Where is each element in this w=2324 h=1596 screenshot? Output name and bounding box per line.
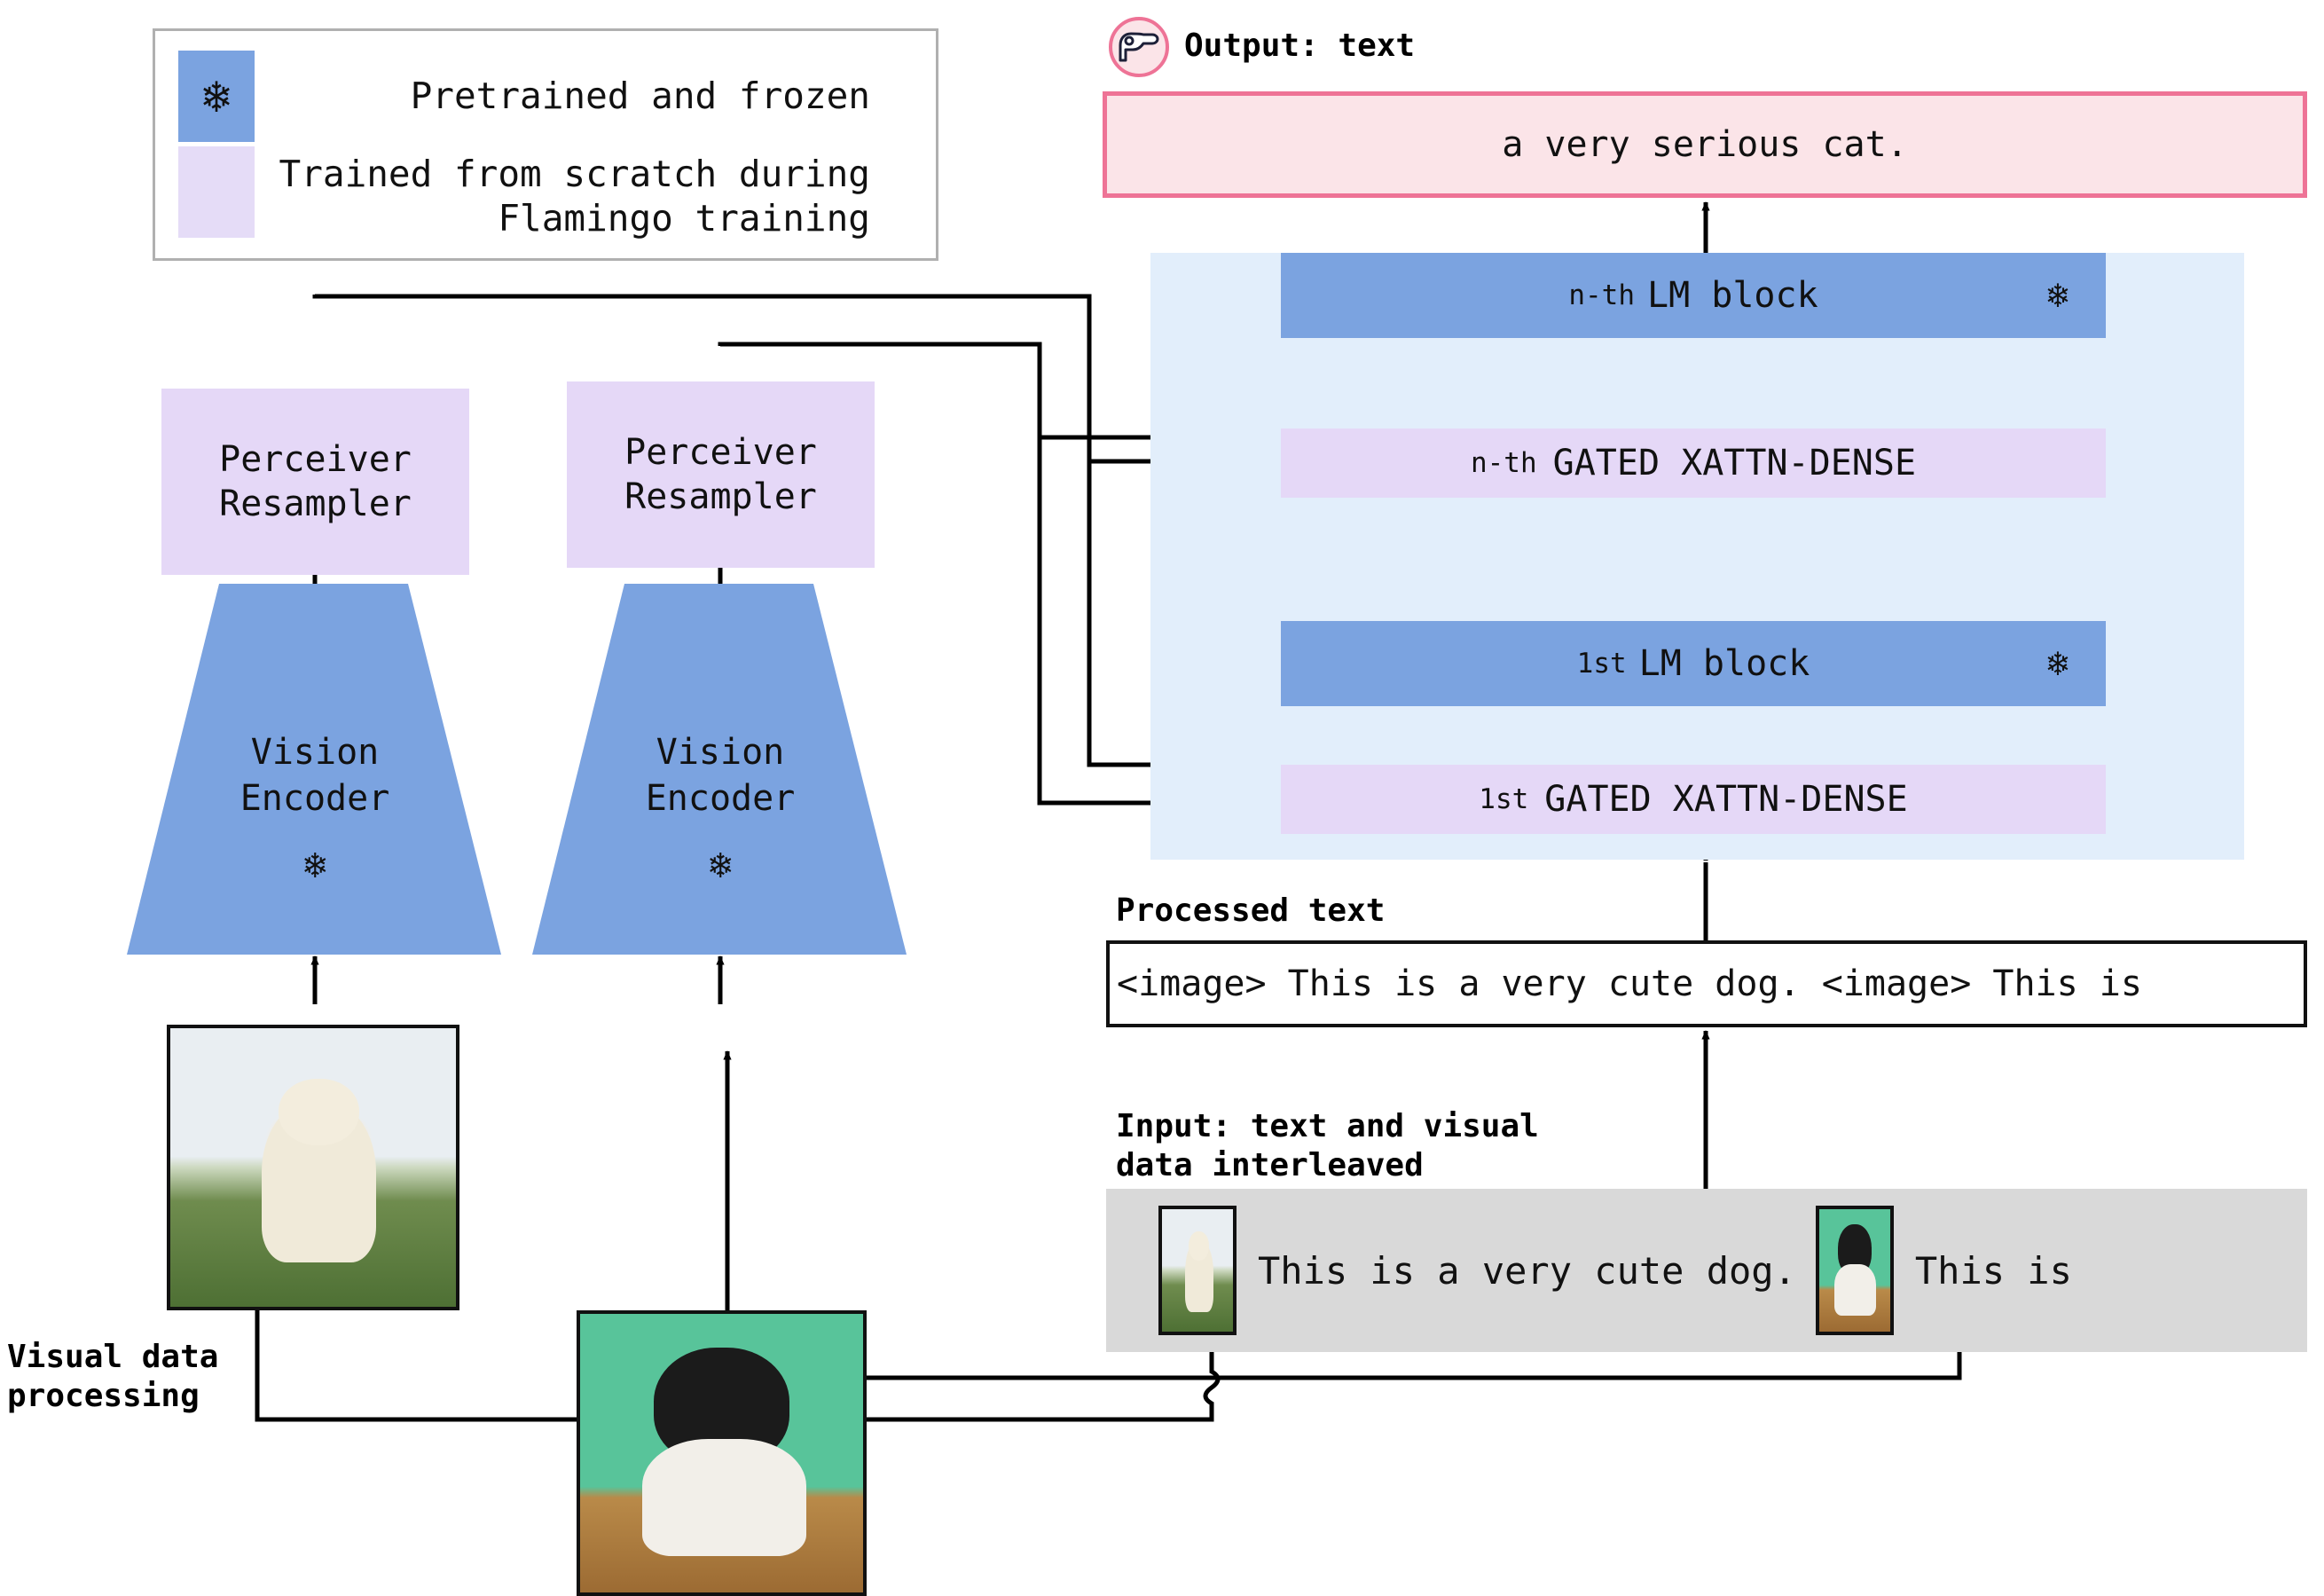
vision-encoder-1-shape bbox=[127, 584, 501, 955]
input-text-1: This is a very cute dog. bbox=[1258, 1248, 1796, 1293]
cat-photo bbox=[577, 1310, 867, 1596]
perceiver-resampler-1: Perceiver Resampler bbox=[161, 389, 469, 575]
lm-block-1st-label: LM block bbox=[1638, 643, 1810, 684]
cat-thumbnail bbox=[1815, 1206, 1894, 1335]
snowflake-icon: ❄ bbox=[2046, 275, 2069, 316]
snowflake-icon: ❄ bbox=[178, 51, 255, 142]
vision-encoder-2-shape bbox=[532, 584, 907, 955]
processed-text-box: <image> This is a very cute dog. <image>… bbox=[1106, 940, 2307, 1027]
legend-label-frozen: Pretrained and frozen bbox=[410, 75, 870, 117]
snowflake-icon: ❄ bbox=[709, 843, 732, 886]
output-text-box: a very serious cat. bbox=[1103, 91, 2307, 198]
lm-block-nth: n-th LM block ❄ bbox=[1281, 253, 2106, 338]
processed-text-label: Processed text bbox=[1116, 892, 1386, 929]
perceiver-resampler-1-line1: Perceiver bbox=[219, 439, 412, 480]
snowflake-icon: ❄ bbox=[303, 843, 326, 886]
snowflake-icon: ❄ bbox=[2046, 643, 2069, 684]
input-interleaved-label: Input: text and visual data interleaved bbox=[1116, 1108, 1539, 1183]
input-sequence-bar: This is a very cute dog. This is bbox=[1106, 1189, 2307, 1352]
dog-thumbnail bbox=[1158, 1206, 1237, 1335]
trained-swatch bbox=[178, 146, 255, 238]
perceiver-resampler-2-line2: Resampler bbox=[624, 476, 817, 517]
visual-data-processing-label: Visual data processing bbox=[7, 1339, 219, 1414]
lm-block-1st: 1st LM block ❄ bbox=[1281, 621, 2106, 706]
legend-label-trained: Trained from scratch during Flamingo tra… bbox=[279, 153, 870, 240]
output-text: a very serious cat. bbox=[1502, 124, 1908, 165]
perceiver-resampler-1-line2: Resampler bbox=[219, 484, 412, 524]
lm-block-nth-prefix: n-th bbox=[1568, 279, 1635, 311]
legend-item-frozen: ❄ Pretrained and frozen bbox=[178, 51, 893, 142]
input-text-2: This is bbox=[1914, 1248, 2072, 1293]
perceiver-resampler-2: Perceiver Resampler bbox=[567, 381, 875, 568]
xattn-1st-prefix: 1st bbox=[1479, 783, 1529, 815]
gated-xattn-dense-nth: n-th GATED XATTN-DENSE bbox=[1281, 428, 2106, 498]
diagram-canvas: ❄ Pretrained and frozen Trained from scr… bbox=[0, 0, 2324, 1596]
xattn-1st-label: GATED XATTN-DENSE bbox=[1544, 779, 1908, 820]
xattn-nth-label: GATED XATTN-DENSE bbox=[1552, 443, 1917, 484]
flamingo-logo-icon bbox=[1108, 16, 1170, 78]
xattn-nth-prefix: n-th bbox=[1470, 447, 1537, 479]
dog-photo bbox=[167, 1025, 459, 1310]
legend-box: ❄ Pretrained and frozen Trained from scr… bbox=[153, 28, 938, 261]
gated-xattn-dense-1st: 1st GATED XATTN-DENSE bbox=[1281, 765, 2106, 834]
legend-item-trained: Trained from scratch during Flamingo tra… bbox=[178, 146, 893, 240]
processed-text-value: <image> This is a very cute dog. <image>… bbox=[1117, 963, 2142, 1004]
perceiver-resampler-2-line1: Perceiver bbox=[624, 432, 817, 473]
output-title: Output: text bbox=[1184, 28, 1416, 64]
lm-block-1st-prefix: 1st bbox=[1576, 648, 1627, 680]
lm-block-nth-label: LM block bbox=[1647, 275, 1818, 316]
